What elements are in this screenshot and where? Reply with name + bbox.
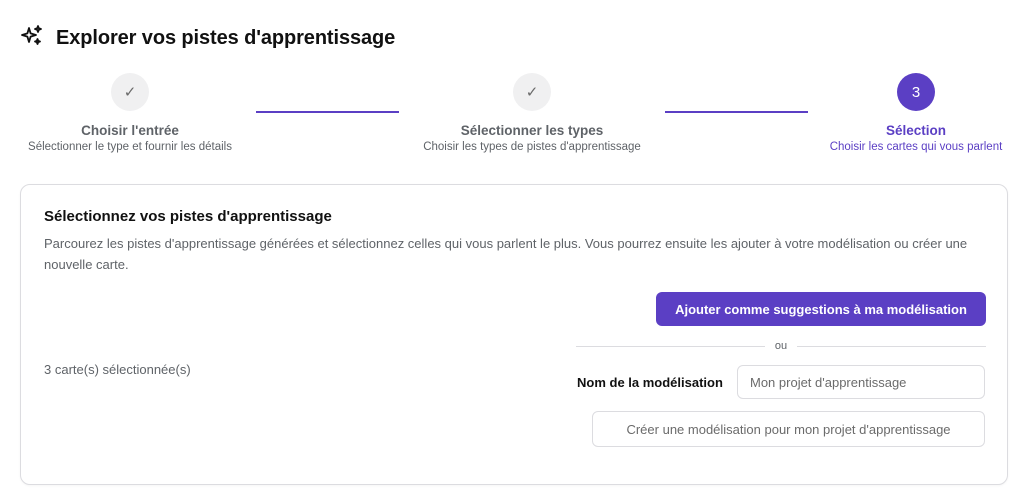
selected-count: 3 carte(s) sélectionnée(s): [44, 362, 191, 377]
card-title: Sélectionnez vos pistes d'apprentissage: [44, 208, 332, 225]
add-suggestions-button[interactable]: Ajouter comme suggestions à ma modélisat…: [656, 292, 986, 326]
step-label: Choisir l'entrée: [81, 123, 179, 138]
model-name-label: Nom de la modélisation: [577, 375, 723, 390]
check-icon: ✓: [111, 73, 149, 111]
step-select-types[interactable]: ✓ Sélectionner les types Choisir les typ…: [412, 73, 652, 153]
step-connector: [665, 111, 808, 113]
divider-line: [797, 345, 986, 347]
or-divider: ou: [576, 338, 986, 354]
selection-card: Sélectionnez vos pistes d'apprentissage …: [20, 184, 1008, 485]
or-label: ou: [774, 340, 788, 352]
model-name-input[interactable]: [737, 365, 985, 399]
step-choose-input[interactable]: ✓ Choisir l'entrée Sélectionner le type …: [20, 73, 240, 153]
page-title: Explorer vos pistes d'apprentissage: [56, 27, 396, 49]
step-description: Choisir les cartes qui vous parlent: [829, 141, 1003, 153]
step-selection[interactable]: 3 Sélection Choisir les cartes qui vous …: [820, 73, 1012, 153]
page-header: Explorer vos pistes d'apprentissage: [20, 24, 395, 53]
step-description: Choisir les types de pistes d'apprentiss…: [423, 141, 641, 153]
step-number: 3: [897, 73, 935, 111]
step-description: Sélectionner le type et fournir les déta…: [28, 141, 232, 153]
check-icon: ✓: [513, 73, 551, 111]
create-model-button[interactable]: Créer une modélisation pour mon projet d…: [592, 411, 985, 447]
step-label: Sélectionner les types: [460, 123, 604, 138]
step-connector: [256, 111, 399, 113]
divider-line: [576, 345, 765, 347]
card-description: Parcourez les pistes d'apprentissage gén…: [44, 236, 968, 272]
step-label: Sélection: [885, 123, 947, 138]
sparkles-icon: [20, 24, 44, 53]
